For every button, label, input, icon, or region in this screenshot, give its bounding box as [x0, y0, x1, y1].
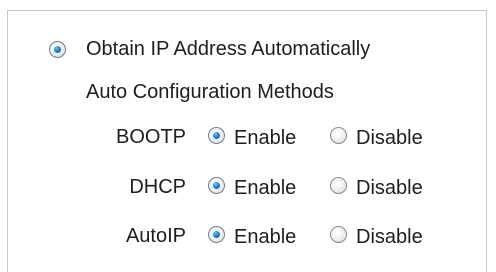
auto-config-heading: Auto Configuration Methods — [86, 81, 334, 103]
autoip-enable-radio[interactable] — [208, 226, 225, 243]
autoip-label: AutoIP — [125, 225, 186, 247]
autoip-disable-radio[interactable] — [330, 226, 347, 243]
dhcp-enable-label[interactable]: Enable — [234, 178, 296, 198]
dhcp-disable-label[interactable]: Disable — [356, 178, 423, 198]
obtain-ip-auto-label: Obtain IP Address Automatically — [86, 38, 371, 60]
bootp-enable-radio[interactable] — [208, 127, 225, 144]
dhcp-disable-radio[interactable] — [330, 177, 347, 194]
autoip-enable-label[interactable]: Enable — [234, 227, 296, 247]
bootp-disable-radio[interactable] — [330, 127, 347, 144]
bootp-disable-label[interactable]: Disable — [356, 128, 423, 148]
bootp-enable-label[interactable]: Enable — [234, 128, 296, 148]
dhcp-label: DHCP — [129, 176, 186, 198]
dhcp-enable-radio[interactable] — [208, 177, 225, 194]
obtain-ip-auto-radio[interactable] — [49, 41, 66, 58]
bootp-label: BOOTP — [115, 126, 186, 148]
autoip-disable-label[interactable]: Disable — [356, 227, 423, 247]
